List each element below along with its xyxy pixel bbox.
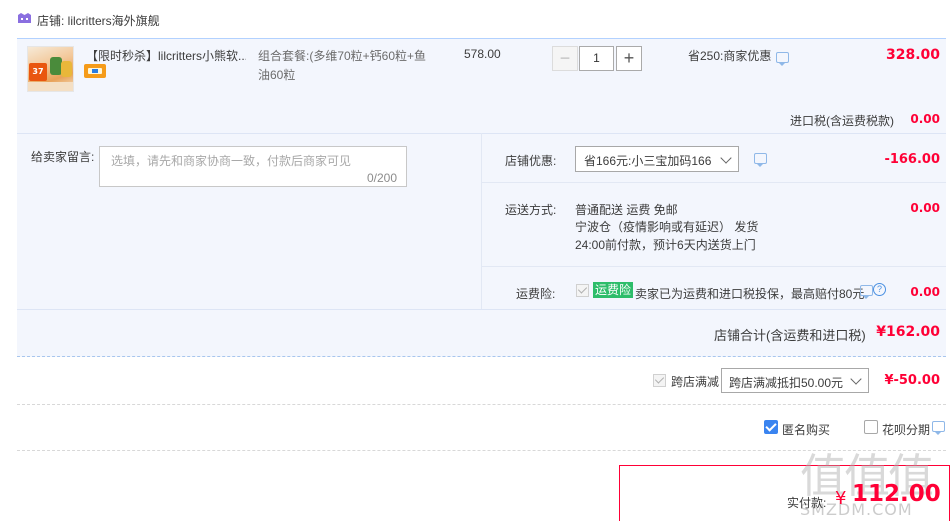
divider bbox=[482, 182, 946, 183]
shipping-label: 运送方式: bbox=[505, 203, 557, 217]
chevron-down-icon bbox=[720, 152, 732, 164]
huabei-checkbox[interactable] bbox=[864, 420, 878, 434]
product-thumbnail[interactable]: 37 bbox=[27, 46, 74, 92]
huabei-label[interactable]: 花呗分期 bbox=[882, 421, 930, 438]
character-counter: 0/200 bbox=[366, 171, 397, 185]
chevron-down-icon bbox=[850, 373, 862, 385]
chat-icon[interactable] bbox=[754, 153, 767, 167]
insurance-checkbox[interactable] bbox=[576, 284, 589, 297]
cross-shop-selected: 跨店满减抵扣50.00元 bbox=[729, 376, 844, 390]
seller-message-label: 给卖家留言: bbox=[31, 150, 95, 164]
credit-card-icon bbox=[84, 64, 106, 78]
payment-currency: ¥ bbox=[835, 488, 847, 509]
shop-discount-label: 店铺优惠: bbox=[505, 154, 557, 168]
insurance-description: 卖家已为运费和进口税投保，最高赔付80元 bbox=[635, 287, 865, 301]
help-icon[interactable]: ? bbox=[873, 283, 886, 296]
cross-shop-label: 跨店满减 bbox=[671, 375, 720, 389]
thumbnail-jar bbox=[61, 61, 72, 77]
item-discount: 省250:商家优惠 bbox=[688, 49, 772, 63]
chat-icon[interactable] bbox=[932, 421, 945, 435]
shipping-method: 普通配送 运费 免邮 bbox=[575, 203, 678, 217]
seller-message-placeholder: 选填，请先和商家协商一致，付款后商家可见 bbox=[111, 154, 352, 168]
insurance-value: 0.00 bbox=[910, 285, 940, 299]
product-combo: 组合套餐:(多维70粒+钙60粒+鱼油60粒 bbox=[258, 49, 427, 82]
seller-message-input[interactable]: 选填，请先和商家协商一致，付款后商家可见 0/200 bbox=[99, 146, 407, 187]
card-chip bbox=[92, 69, 98, 73]
shop-discount-selected: 省166元:小三宝加码166 bbox=[584, 154, 712, 168]
shop-discount-value: -166.00 bbox=[884, 152, 940, 167]
quantity-increment-button[interactable]: + bbox=[616, 46, 642, 71]
shop-discount-select[interactable]: 省166元:小三宝加码166 bbox=[575, 146, 739, 172]
insurance-label: 运费险: bbox=[516, 287, 556, 301]
anonymous-label[interactable]: 匿名购买 bbox=[782, 421, 830, 438]
import-tax-value: 0.00 bbox=[910, 112, 940, 126]
unit-price: 578.00 bbox=[464, 47, 501, 61]
quantity-decrement-button[interactable]: − bbox=[552, 46, 578, 71]
shop-subtotal-label: 店铺合计(含运费和进口税) bbox=[714, 328, 866, 343]
shipping-eta: 24:00前付款，预计6天内送货上门 bbox=[575, 238, 756, 252]
shop-icon bbox=[18, 13, 31, 23]
divider bbox=[481, 133, 482, 309]
chat-icon[interactable] bbox=[860, 285, 873, 299]
shop-name[interactable]: 店铺: lilcritters海外旗舰 bbox=[37, 12, 160, 29]
insurance-tag: 运费险 bbox=[593, 282, 634, 298]
shipping-warehouse: 宁波仓（疫情影响或有延迟） 发货 bbox=[575, 220, 759, 234]
thumbnail-band bbox=[28, 82, 73, 91]
thumbnail-badge: 37 bbox=[29, 63, 47, 81]
chat-icon[interactable] bbox=[776, 52, 789, 66]
payment-total: 112.00 bbox=[852, 481, 941, 507]
cross-shop-value: ¥-50.00 bbox=[884, 373, 940, 388]
shipping-value: 0.00 bbox=[910, 201, 940, 215]
anonymous-checkbox[interactable] bbox=[764, 420, 778, 434]
quantity-input[interactable]: 1 bbox=[579, 46, 614, 71]
payment-label: 实付款: bbox=[787, 496, 827, 510]
cross-shop-checkbox[interactable] bbox=[653, 374, 666, 387]
product-title[interactable]: 【限时秒杀】lilcritters小熊软... bbox=[86, 47, 246, 64]
divider bbox=[482, 266, 946, 267]
shop-subtotal-value: ¥162.00 bbox=[876, 324, 940, 340]
import-tax-label: 进口税(含运费税款) bbox=[790, 114, 894, 128]
item-total: 328.00 bbox=[885, 47, 940, 63]
cross-shop-select[interactable]: 跨店满减抵扣50.00元 bbox=[721, 368, 869, 393]
